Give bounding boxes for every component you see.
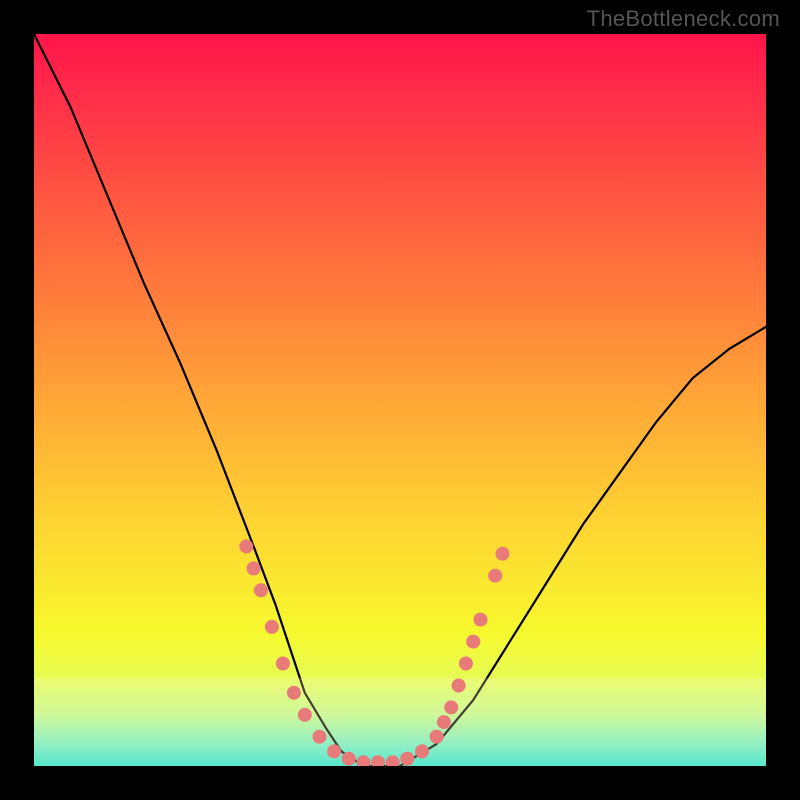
data-point	[276, 657, 290, 671]
data-point	[466, 635, 480, 649]
data-point	[254, 583, 268, 597]
data-point	[415, 744, 429, 758]
bottom-highlight-band	[34, 678, 766, 766]
data-point	[247, 561, 261, 575]
data-point	[327, 744, 341, 758]
watermark-text: TheBottleneck.com	[587, 6, 780, 32]
chart-svg	[34, 34, 766, 766]
data-point	[496, 547, 510, 561]
chart-frame: TheBottleneck.com	[0, 0, 800, 800]
data-point	[239, 539, 253, 553]
plot-area	[34, 34, 766, 766]
data-point	[452, 679, 466, 693]
data-point	[313, 730, 327, 744]
bottleneck-curve	[34, 34, 766, 766]
data-point	[459, 657, 473, 671]
data-point	[444, 700, 458, 714]
data-point	[287, 686, 301, 700]
data-point	[430, 730, 444, 744]
data-point	[342, 752, 356, 766]
data-point	[474, 613, 488, 627]
data-point	[488, 569, 502, 583]
data-point	[265, 620, 279, 634]
data-point	[400, 752, 414, 766]
data-point	[437, 715, 451, 729]
data-point	[298, 708, 312, 722]
